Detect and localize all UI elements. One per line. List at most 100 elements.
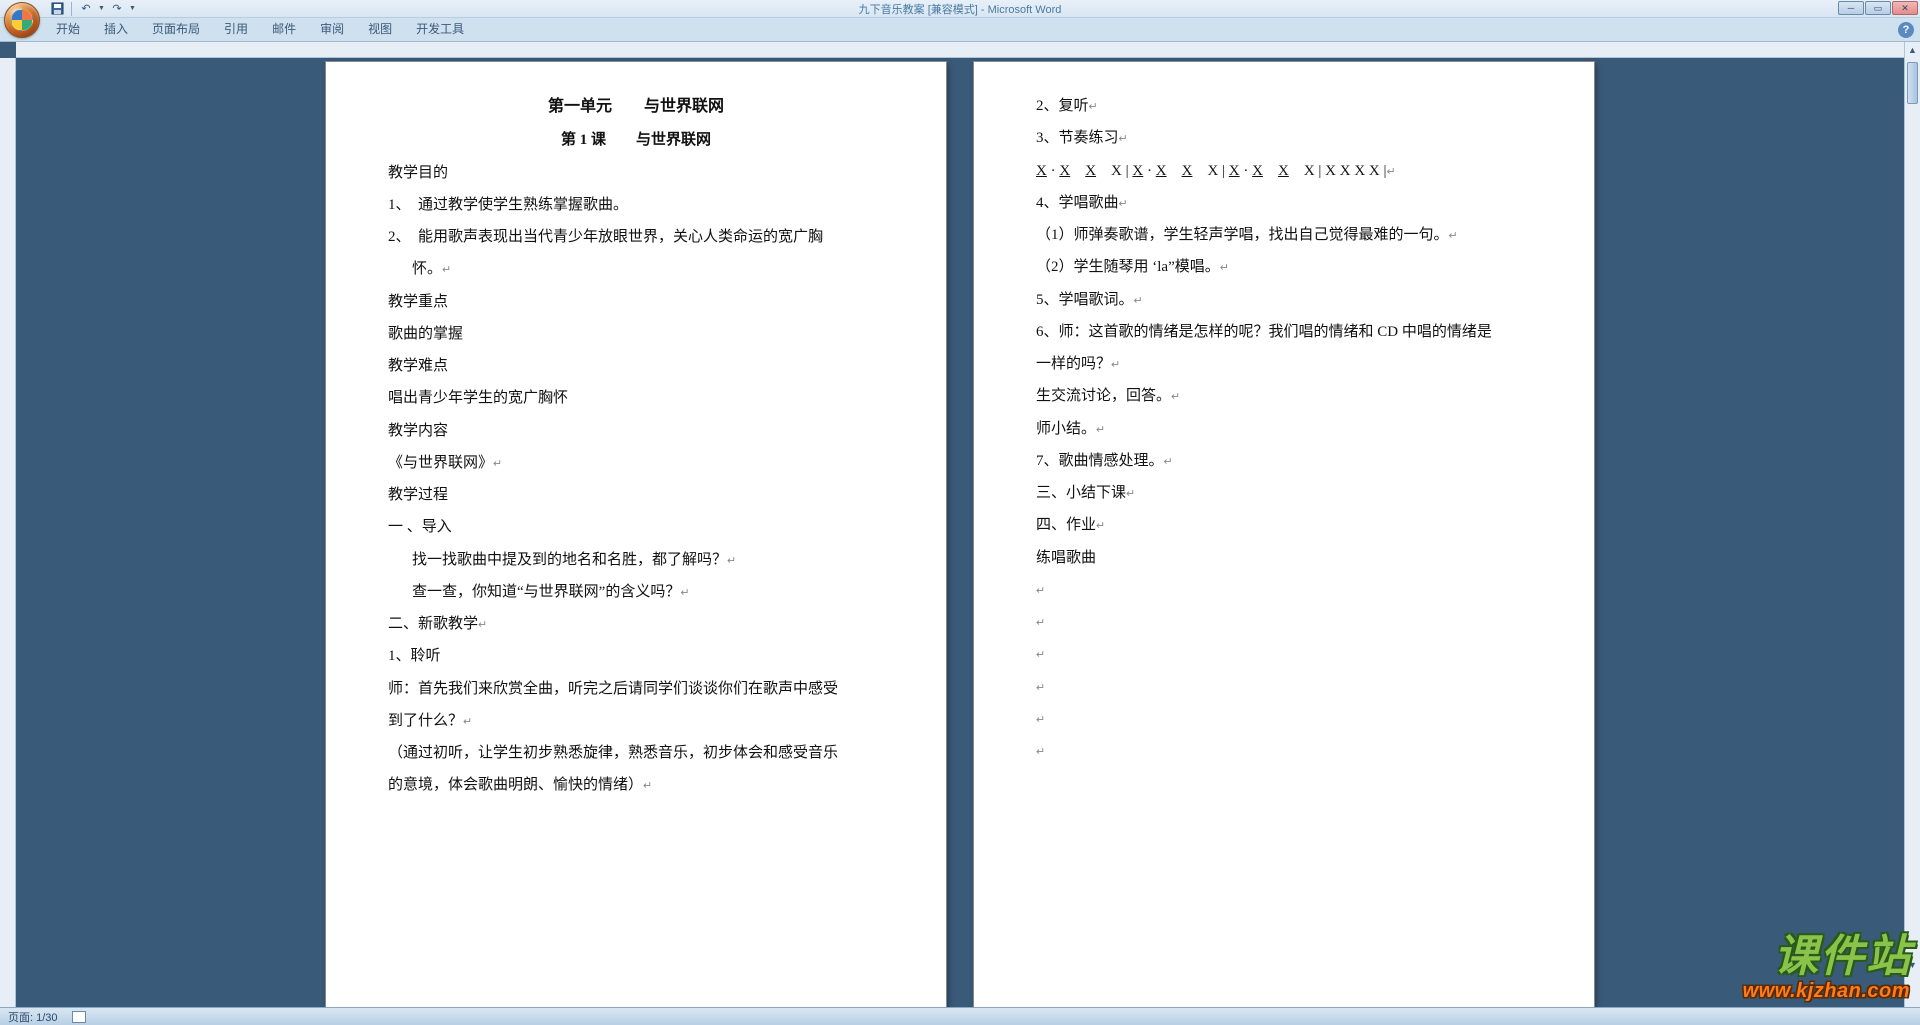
tab-review[interactable]: 审阅 <box>308 16 356 41</box>
listen-2a: （通过初听，让学生初步熟悉旋律，熟悉音乐，初步体会和感受音乐 <box>388 737 884 769</box>
window-controls: ─ ▭ ✕ <box>1838 1 1918 15</box>
goal-2a: 2、 能用歌声表现出当代青少年放眼世界，关心人类命运的宽广胸 <box>388 221 884 253</box>
sing-2-text: （2）学生随琴用 ‘la”模唱。 <box>1036 259 1220 275</box>
page-1[interactable]: 第一单元 与世界联网 第 1 课 与世界联网 教学目的 1、 通过教学使学生熟练… <box>326 62 946 1007</box>
listen-1a: 师：首先我们来欣赏全曲，听完之后请同学们谈谈你们在歌声中感受 <box>388 673 884 705</box>
tab-home[interactable]: 开始 <box>44 16 92 41</box>
homework: 练唱歌曲 <box>1036 542 1532 574</box>
hardpoint: 唱出青少年学生的宽广胸怀 <box>388 382 884 414</box>
listen-label: 1、聆听 <box>388 640 884 672</box>
end-class: 三、小结下课↵ <box>1036 477 1532 509</box>
sing-1: （1）师弹奏歌谱，学生轻声学唱，找出自己觉得最难的一句。↵ <box>1036 219 1532 251</box>
question-b-text: 一样的吗？ <box>1036 356 1111 372</box>
sing-lyrics-text: 5、学唱歌词。 <box>1036 292 1134 308</box>
empty-para-3: ↵ <box>1036 638 1532 670</box>
goal-2b: 怀。↵ <box>388 253 884 285</box>
undo-icon[interactable]: ↶ <box>77 1 95 17</box>
quick-access-toolbar: ↶ ▼ ↷ ▼ <box>48 0 136 17</box>
sing-lyrics: 5、学唱歌词。↵ <box>1036 284 1532 316</box>
goal-1: 1、 通过教学使学生熟练掌握歌曲。 <box>388 189 884 221</box>
rhythm-pattern: X · X X X | X · X X X | X · X X X | X X … <box>1036 155 1532 187</box>
empty-para-6: ↵ <box>1036 735 1532 767</box>
discuss-text: 生交流讨论，回答。 <box>1036 388 1171 404</box>
document-area: ▲ ▼ 第一单元 与世界联网 第 1 课 与世界联网 教学目的 1、 通过教学使… <box>0 42 1920 1007</box>
status-icon[interactable] <box>72 1011 86 1023</box>
intro-2: 查一查，你知道“与世界联网”的含义吗？↵ <box>388 576 884 608</box>
replay: 2、复听↵ <box>1036 90 1532 122</box>
tab-insert[interactable]: 插入 <box>92 16 140 41</box>
help-icon[interactable]: ? <box>1898 22 1914 38</box>
unit-title: 第一单元 与世界联网 <box>388 90 884 124</box>
scroll-up-icon[interactable]: ▲ <box>1905 42 1920 58</box>
empty-para-5: ↵ <box>1036 703 1532 735</box>
listen-1b: 到了什么？↵ <box>388 705 884 737</box>
summary-text: 师小结。 <box>1036 421 1096 437</box>
homework-label: 四、作业↵ <box>1036 509 1532 541</box>
emotion-text: 7、歌曲情感处理。 <box>1036 453 1164 469</box>
intro-1-text: 找一找歌曲中提及到的地名和名胜，都了解吗？ <box>412 552 727 568</box>
listen-2b-text: 的意境，体会歌曲明朗、愉快的情绪） <box>388 777 643 793</box>
goal-label: 教学目的 <box>388 157 884 189</box>
content-text: 《与世界联网》 <box>388 455 493 471</box>
end-text: 三、小结下课 <box>1036 485 1126 501</box>
rhythm-label: 3、节奏练习↵ <box>1036 122 1532 154</box>
page-2[interactable]: 2、复听↵ 3、节奏练习↵ X · X X X | X · X X X | X … <box>974 62 1594 1007</box>
window-title: 九下音乐教案 [兼容模式] - Microsoft Word <box>859 1 1062 17</box>
teacher-summary: 师小结。↵ <box>1036 413 1532 445</box>
replay-text: 2、复听 <box>1036 98 1089 114</box>
ribbon-tabs: 开始 插入 页面布局 引用 邮件 审阅 视图 开发工具 ? <box>0 18 1920 42</box>
status-bar: 页面: 1/30 <box>0 1007 1920 1025</box>
qat-customize-dropdown-icon[interactable]: ▼ <box>129 5 136 12</box>
question-b: 一样的吗？↵ <box>1036 348 1532 380</box>
qat-separator <box>71 2 72 16</box>
redo-icon[interactable]: ↷ <box>108 1 126 17</box>
content-label: 教学内容 <box>388 415 884 447</box>
horizontal-ruler[interactable] <box>16 42 1904 58</box>
intro-1: 找一找歌曲中提及到的地名和名胜，都了解吗？↵ <box>388 544 884 576</box>
vertical-ruler[interactable] <box>0 58 16 1007</box>
browse-object-buttons[interactable] <box>1905 973 1920 1007</box>
save-icon[interactable] <box>48 1 66 17</box>
rhythm-label-text: 3、节奏练习 <box>1036 130 1119 146</box>
keypoint: 歌曲的掌握 <box>388 318 884 350</box>
scroll-thumb[interactable] <box>1907 62 1918 104</box>
goal-2b-text: 怀。 <box>412 261 442 277</box>
tab-mail[interactable]: 邮件 <box>260 16 308 41</box>
sing-1-text: （1）师弹奏歌谱，学生轻声学唱，找出自己觉得最难的一句。 <box>1036 227 1449 243</box>
homework-label-text: 四、作业 <box>1036 517 1096 533</box>
office-button[interactable] <box>4 2 40 38</box>
tab-layout[interactable]: 页面布局 <box>140 16 212 41</box>
status-page[interactable]: 页面: 1/30 <box>8 1009 58 1025</box>
empty-para-4: ↵ <box>1036 671 1532 703</box>
intro-2-text: 查一查，你知道“与世界联网”的含义吗？ <box>412 584 680 600</box>
pages-container: 第一单元 与世界联网 第 1 课 与世界联网 教学目的 1、 通过教学使学生熟练… <box>16 58 1904 1007</box>
close-button[interactable]: ✕ <box>1892 1 1918 15</box>
discuss: 生交流讨论，回答。↵ <box>1036 380 1532 412</box>
office-logo-icon <box>11 9 33 31</box>
sing-2: （2）学生随琴用 ‘la”模唱。↵ <box>1036 251 1532 283</box>
tab-view[interactable]: 视图 <box>356 16 404 41</box>
content: 《与世界联网》↵ <box>388 447 884 479</box>
keypoint-label: 教学重点 <box>388 286 884 318</box>
vertical-scrollbar[interactable]: ▲ ▼ <box>1904 42 1920 1007</box>
intro-label: 一 、导入 <box>388 511 884 543</box>
hardpoint-label: 教学难点 <box>388 350 884 382</box>
empty-para-1: ↵ <box>1036 574 1532 606</box>
sing-melody-text: 4、学唱歌曲 <box>1036 195 1119 211</box>
tab-dev[interactable]: 开发工具 <box>404 16 476 41</box>
minimize-button[interactable]: ─ <box>1838 1 1864 15</box>
newsong-text: 二、新歌教学 <box>388 616 478 632</box>
process-label: 教学过程 <box>388 479 884 511</box>
lesson-title: 第 1 课 与世界联网 <box>388 124 884 156</box>
listen-1b-text: 到了什么？ <box>388 713 463 729</box>
tab-refs[interactable]: 引用 <box>212 16 260 41</box>
newsong-label: 二、新歌教学↵ <box>388 608 884 640</box>
scroll-down-icon[interactable]: ▼ <box>1905 957 1920 973</box>
undo-dropdown-icon[interactable]: ▼ <box>98 5 105 12</box>
question-a: 6、师：这首歌的情绪是怎样的呢？我们唱的情绪和 CD 中唱的情绪是 <box>1036 316 1532 348</box>
maximize-button[interactable]: ▭ <box>1865 1 1891 15</box>
sing-melody-label: 4、学唱歌曲↵ <box>1036 187 1532 219</box>
listen-2b: 的意境，体会歌曲明朗、愉快的情绪）↵ <box>388 769 884 801</box>
empty-para-2: ↵ <box>1036 606 1532 638</box>
emotion: 7、歌曲情感处理。↵ <box>1036 445 1532 477</box>
